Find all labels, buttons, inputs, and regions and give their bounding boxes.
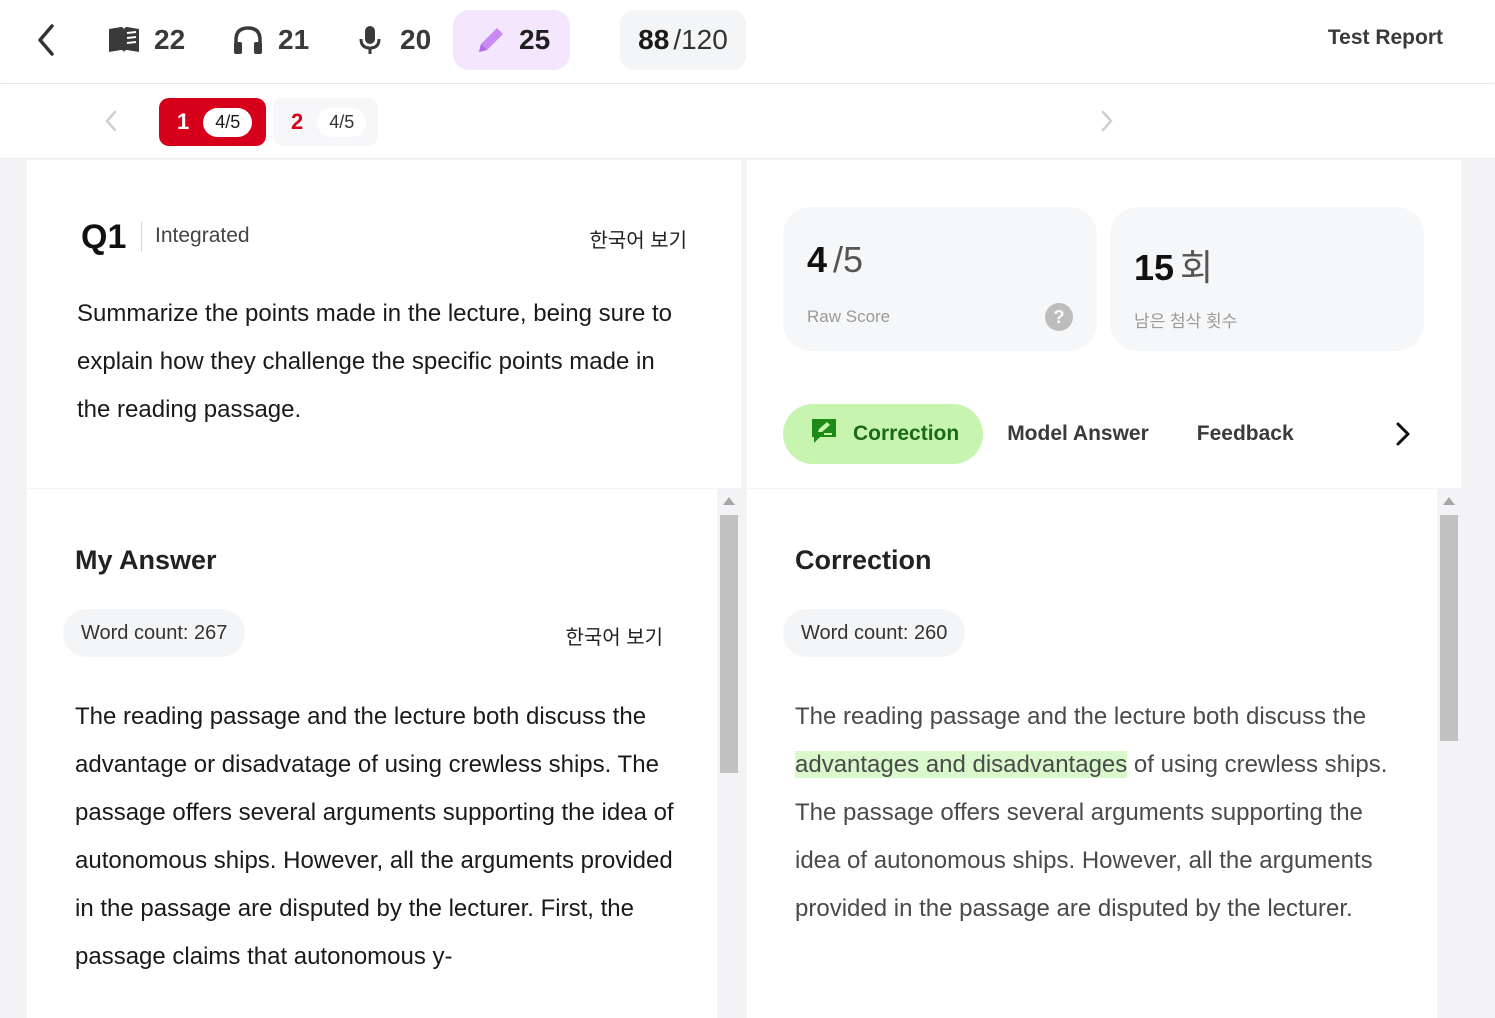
section-listening[interactable]: 21 <box>208 10 331 70</box>
tab-model-answer[interactable]: Model Answer <box>983 404 1173 464</box>
scroll-thumb[interactable] <box>720 515 738 773</box>
question-next-button[interactable] <box>1094 108 1120 134</box>
chevron-right-icon <box>1101 110 1113 132</box>
tab-correction-label: Correction <box>853 422 960 445</box>
correction-word-count: Word count: 260 <box>783 609 966 657</box>
question-prompt: Summarize the points made in the lecture… <box>77 300 672 423</box>
raw-score-caption: Raw Score <box>807 307 891 326</box>
score-panel: 4/5 Raw Score ? 15 회 남은 첨삭 횟수 Correction … <box>747 160 1461 488</box>
result-tabs: Correction Model Answer Feedback <box>783 404 1318 464</box>
raw-score-max: /5 <box>833 239 864 280</box>
question-tab-bar: 1 4/5 2 4/5 <box>0 84 1495 159</box>
correction-scrollbar[interactable] <box>1437 489 1461 1018</box>
chevron-left-icon <box>38 24 54 56</box>
my-answer-panel: My Answer Word count: 267 한국어 보기 The rea… <box>27 489 741 1018</box>
scroll-thumb[interactable] <box>1440 515 1458 741</box>
pencil-icon <box>475 22 507 58</box>
remaining-count-value: 15 <box>1134 247 1175 288</box>
question-tab-number: 1 <box>177 109 190 134</box>
remaining-count-caption: 남은 첨삭 횟수 <box>1134 312 1238 331</box>
raw-score-value: 4 <box>807 239 828 280</box>
section-writing[interactable]: 25 <box>453 10 570 70</box>
question-prev-button[interactable] <box>98 108 124 134</box>
total-score: 88 /120 <box>620 10 746 70</box>
headphones-icon <box>230 22 266 58</box>
correction-text-before: The reading passage and the lecture both… <box>795 703 1367 730</box>
question-tab-1[interactable]: 1 4/5 <box>159 98 266 146</box>
question-korean-toggle[interactable]: 한국어 보기 <box>589 224 687 253</box>
tab-correction[interactable]: Correction <box>783 404 984 464</box>
raw-score-card: 4/5 Raw Score ? <box>783 207 1097 351</box>
total-score-value: 88 <box>638 24 670 55</box>
total-score-max: /120 <box>673 24 728 55</box>
question-tab-score: 4/5 <box>317 107 367 137</box>
correction-panel: Correction Word count: 260 The reading p… <box>747 489 1461 1018</box>
test-report-link[interactable]: Test Report <box>1328 26 1443 50</box>
my-answer-scrollbar[interactable] <box>717 489 741 1018</box>
help-icon[interactable]: ? <box>1045 303 1073 331</box>
question-tab-2[interactable]: 2 4/5 <box>273 98 378 146</box>
section-reading[interactable]: 22 <box>84 10 207 70</box>
microphone-icon <box>352 22 388 58</box>
remaining-count: 15 회 <box>1134 239 1213 291</box>
question-label: Q1 <box>81 218 127 256</box>
remaining-corrections-card: 15 회 남은 첨삭 횟수 <box>1110 207 1424 351</box>
writing-score: 25 <box>519 24 551 55</box>
remaining-count-unit: 회 <box>1180 247 1214 288</box>
question-tab-score: 4/5 <box>203 107 253 137</box>
answer-korean-toggle[interactable]: 한국어 보기 <box>565 621 663 650</box>
tabs-next-button[interactable] <box>1387 418 1419 450</box>
scroll-up-arrow[interactable] <box>723 497 735 505</box>
correction-highlight[interactable]: advantages and disadvantages <box>795 751 1128 778</box>
reading-score: 22 <box>154 24 186 55</box>
correction-title: Correction <box>795 545 932 575</box>
correction-text: The reading passage and the lecture both… <box>795 693 1395 933</box>
tab-feedback[interactable]: Feedback <box>1173 404 1318 464</box>
chevron-left-icon <box>105 110 117 132</box>
my-answer-text: The reading passage and the lecture both… <box>75 703 674 970</box>
scroll-up-arrow[interactable] <box>1443 497 1455 505</box>
correction-edit-icon <box>809 417 839 451</box>
my-answer-word-count: Word count: 267 <box>63 609 246 657</box>
question-panel: Q1 Integrated 한국어 보기 Summarize the point… <box>27 160 741 488</box>
listening-score: 21 <box>278 24 310 55</box>
section-speaking[interactable]: 20 <box>330 10 453 70</box>
speaking-score: 20 <box>400 24 432 55</box>
chevron-right-icon <box>1396 422 1410 446</box>
question-tab-number: 2 <box>291 109 304 134</box>
divider <box>141 222 142 252</box>
top-bar: 22 21 20 25 88 /120 Test Report <box>0 0 1495 83</box>
question-type: Integrated <box>155 224 250 247</box>
raw-score: 4/5 <box>807 239 863 281</box>
my-answer-title: My Answer <box>75 545 217 575</box>
book-icon <box>106 22 142 58</box>
back-button[interactable] <box>28 22 64 58</box>
